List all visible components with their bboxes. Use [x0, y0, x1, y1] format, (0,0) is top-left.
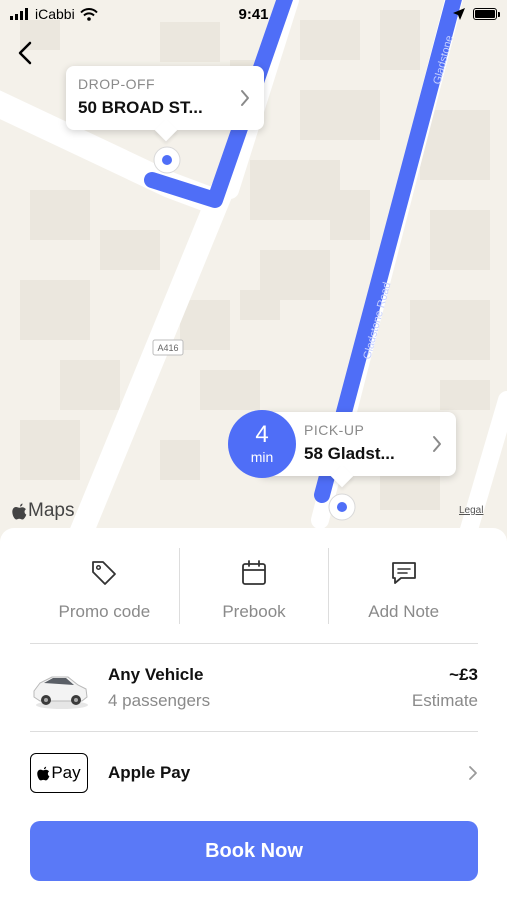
dropoff-address: 50 BROAD ST...: [78, 98, 203, 117]
prebook-label: Prebook: [222, 602, 286, 621]
price-note: Estimate: [411, 691, 478, 710]
status-left: iCabbi: [10, 6, 98, 22]
message-icon: [391, 562, 416, 584]
booking-sheet: Promo code Prebook Add Note Any Vehicle …: [0, 528, 507, 900]
apple-logo-icon: [12, 503, 27, 519]
eta-value: 4: [255, 421, 269, 448]
chevron-right-icon: [433, 436, 441, 452]
eta-unit: min: [250, 449, 274, 465]
signal-icon: [10, 8, 28, 20]
pickup-address: 58 Gladst...: [304, 444, 395, 463]
eta-badge: 4 min: [228, 410, 296, 478]
add-note-label: Add Note: [368, 602, 440, 621]
add-note-button[interactable]: Add Note: [329, 548, 478, 624]
apple-pay-badge: Pay: [30, 753, 88, 793]
vehicle-capacity: 4 passengers: [108, 691, 211, 710]
price-block: ~£3 Estimate: [412, 665, 478, 711]
battery-icon: [473, 8, 500, 20]
dropoff-label: DROP-OFF: [78, 76, 156, 92]
promo-code-button[interactable]: Promo code: [30, 548, 179, 624]
apple-pay-badge-text: Pay: [51, 763, 81, 782]
quick-actions: Promo code Prebook Add Note: [30, 548, 478, 624]
prebook-button[interactable]: Prebook: [180, 548, 329, 624]
dropoff-marker: [153, 146, 181, 174]
calendar-icon: [242, 560, 266, 585]
road-shield-a416: A416: [152, 339, 184, 356]
back-button[interactable]: [10, 36, 40, 70]
svg-text:A416: A416: [157, 343, 178, 353]
wifi-icon: [79, 7, 98, 21]
pickup-marker: [328, 493, 356, 521]
chevron-right-icon: [469, 766, 477, 780]
price-estimate: ~£3: [449, 665, 478, 684]
divider: [30, 731, 478, 732]
carrier-name: iCabbi: [35, 6, 75, 22]
dropoff-callout[interactable]: DROP-OFF 50 BROAD ST...: [66, 66, 264, 142]
status-right: [453, 8, 500, 20]
legal-link[interactable]: Legal: [459, 505, 483, 516]
book-now-button[interactable]: Book Now: [30, 821, 478, 881]
payment-method-selector[interactable]: Pay Apple Pay: [30, 734, 478, 812]
vehicle-info: Any Vehicle 4 passengers: [108, 665, 412, 711]
vehicle-name: Any Vehicle: [108, 665, 204, 684]
location-arrow-icon: [453, 8, 465, 20]
divider: [30, 643, 478, 644]
tag-icon: [92, 561, 117, 585]
payment-method-label: Apple Pay: [108, 763, 191, 782]
promo-code-label: Promo code: [58, 602, 151, 621]
maps-text: Maps: [28, 500, 75, 521]
status-bar: iCabbi 9:41: [0, 0, 507, 28]
apple-logo-icon: [37, 766, 50, 780]
chevron-left-icon: [18, 41, 32, 65]
chevron-right-icon: [241, 90, 249, 106]
pickup-label: PICK-UP: [304, 422, 365, 438]
car-icon: [33, 676, 88, 709]
map-view[interactable]: A416 Gladstone Road Gladstone iCabbi 9:4…: [0, 0, 507, 560]
vehicle-selector[interactable]: Any Vehicle 4 passengers ~£3 Estimate: [30, 646, 478, 730]
apple-maps-logo: Maps: [12, 500, 74, 522]
